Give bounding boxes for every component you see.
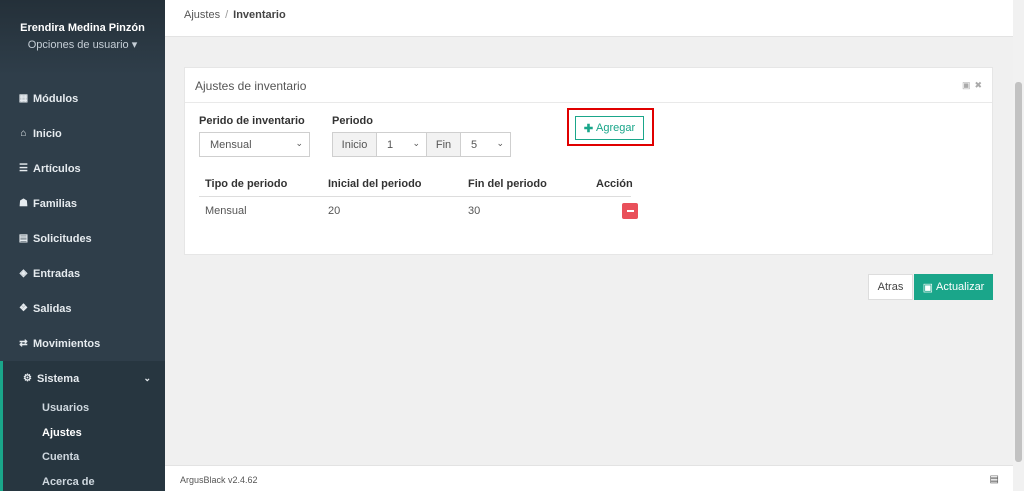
table-divider xyxy=(199,196,631,197)
table-header: Tipo de periodo xyxy=(205,178,288,190)
breadcrumb: Ajustes / Inventario xyxy=(184,9,286,21)
home-icon: ⌂ xyxy=(20,128,27,139)
sidebar-item-solicitudes[interactable]: ▤ Solicitudes xyxy=(0,221,165,256)
sidebar-item-modulos[interactable]: ▦ Módulos xyxy=(0,81,165,116)
user-name: Erendira Medina Pinzón xyxy=(20,22,145,34)
chevron-down-icon: ⌄ xyxy=(143,373,151,383)
footer: ArgusBlack v2.4.62 ▤ xyxy=(165,465,1013,491)
panel-tools: ▣ ✖ xyxy=(958,80,982,91)
file-icon: ▤ xyxy=(18,233,29,244)
sidebar-item-entradas[interactable]: ◈ Entradas xyxy=(0,256,165,291)
caret-down-icon: ▾ xyxy=(131,39,138,51)
sidebar-subitem-acerca-de[interactable]: Acerca de xyxy=(3,470,165,491)
plus-icon: ✚ xyxy=(583,122,594,135)
user-options-dropdown[interactable]: Opciones de usuario ▾ xyxy=(0,38,165,51)
close-icon[interactable]: ✖ xyxy=(974,80,982,90)
sidebar-item-label: Familias xyxy=(33,197,78,210)
remove-row-button[interactable] xyxy=(622,203,638,219)
table-cell: Mensual xyxy=(205,205,247,217)
sidebar-item-label: Entradas xyxy=(33,267,81,280)
inicio-select[interactable]: 1 ⌄ xyxy=(376,132,427,157)
fin-select[interactable]: 5 ⌄ xyxy=(460,132,511,157)
sidebar: Erendira Medina Pinzón Opciones de usuar… xyxy=(0,0,165,491)
keyboard-icon[interactable]: ▤ xyxy=(990,474,999,485)
minus-icon xyxy=(626,210,634,212)
panel-header: Ajustes de inventario ▣ ✖ xyxy=(185,68,992,103)
update-button-label: Actualizar xyxy=(936,281,985,293)
panel-title: Ajustes de inventario xyxy=(195,79,307,93)
breadcrumb-current: Inventario xyxy=(233,9,286,21)
add-button-label: Agregar xyxy=(596,122,636,134)
sidebar-item-salidas[interactable]: ❖ Salidas xyxy=(0,291,165,326)
sidebar-item-movimientos[interactable]: ⇄ Movimientos xyxy=(0,326,165,361)
table-header: Acción xyxy=(596,178,633,190)
th-large-icon: ▦ xyxy=(18,93,29,104)
sidebar-item-label: Artículos xyxy=(33,162,81,175)
table-header: Fin del periodo xyxy=(468,178,547,190)
save-icon: ▣ xyxy=(922,281,934,294)
update-button[interactable]: ▣ Actualizar xyxy=(914,274,993,300)
sidebar-item-label: Solicitudes xyxy=(33,232,92,245)
sidebar-item-articulos[interactable]: ☰ Artículos xyxy=(0,151,165,186)
breadcrumb-parent-link[interactable]: Ajustes xyxy=(184,9,220,21)
fin-addon: Fin xyxy=(426,132,461,157)
sidebar-item-label: Módulos xyxy=(33,92,79,105)
version-label: ArgusBlack v2.4.62 xyxy=(180,475,258,485)
main-menu: ▦ Módulos ⌂ Inicio ☰ Artículos ☗ Familias ▤ S… xyxy=(0,81,165,491)
add-button[interactable]: ✚ Agregar xyxy=(575,116,644,140)
sidebar-subitem-cuenta[interactable]: Cuenta xyxy=(3,445,165,470)
chevron-down-icon: ⌄ xyxy=(496,138,504,148)
sidebar-subitem-usuarios[interactable]: Usuarios xyxy=(3,396,165,421)
sistema-submenu: Usuarios Ajustes Cuenta Acerca de xyxy=(0,396,165,491)
cogs-icon: ⚙ xyxy=(23,373,32,384)
fin-value: 5 xyxy=(471,138,478,151)
table-header: Inicial del periodo xyxy=(328,178,422,190)
periodo-inventario-value: Mensual xyxy=(210,138,252,151)
sidebar-item-sistema[interactable]: ⚙ Sistema ⌄ xyxy=(0,361,165,396)
chevron-down-icon: ⌄ xyxy=(295,138,303,148)
back-button[interactable]: Atras xyxy=(868,274,913,300)
inicio-value: 1 xyxy=(387,138,394,151)
user-profile: Erendira Medina Pinzón Opciones de usuar… xyxy=(0,0,165,75)
sidebar-item-inicio[interactable]: ⌂ Inicio xyxy=(0,116,165,151)
periodo-inventario-label: Perido de inventario xyxy=(199,115,305,127)
sidebar-item-label: Sistema xyxy=(37,372,80,385)
sidebar-item-label: Salidas xyxy=(33,302,72,315)
top-bar: Ajustes / Inventario xyxy=(165,0,1013,37)
exchange-icon: ⇄ xyxy=(19,338,28,349)
breadcrumb-separator: / xyxy=(225,9,229,21)
list-icon: ☰ xyxy=(19,163,28,174)
save-icon[interactable]: ▣ xyxy=(962,80,971,90)
cube-icon: ◈ xyxy=(19,268,28,279)
periodo-inventario-select[interactable]: Mensual ⌄ xyxy=(199,132,310,157)
inventory-settings-panel: Ajustes de inventario ▣ ✖ xyxy=(184,67,993,255)
sitemap-icon: ☗ xyxy=(19,198,28,209)
periodo-label: Periodo xyxy=(332,115,373,127)
scrollbar[interactable] xyxy=(1013,0,1024,491)
dropbox-icon: ❖ xyxy=(19,303,28,314)
sidebar-item-label: Movimientos xyxy=(33,337,101,350)
table-cell: 20 xyxy=(328,205,341,217)
chevron-down-icon: ⌄ xyxy=(412,138,420,148)
sidebar-item-label: Inicio xyxy=(33,127,62,140)
sidebar-subitem-ajustes[interactable]: Ajustes xyxy=(3,421,165,446)
table-cell: 30 xyxy=(468,205,481,217)
user-options-label: Opciones de usuario xyxy=(27,39,129,51)
sidebar-item-familias[interactable]: ☗ Familias xyxy=(0,186,165,221)
scrollbar-thumb[interactable] xyxy=(1015,82,1022,462)
inicio-addon: Inicio xyxy=(332,132,377,157)
